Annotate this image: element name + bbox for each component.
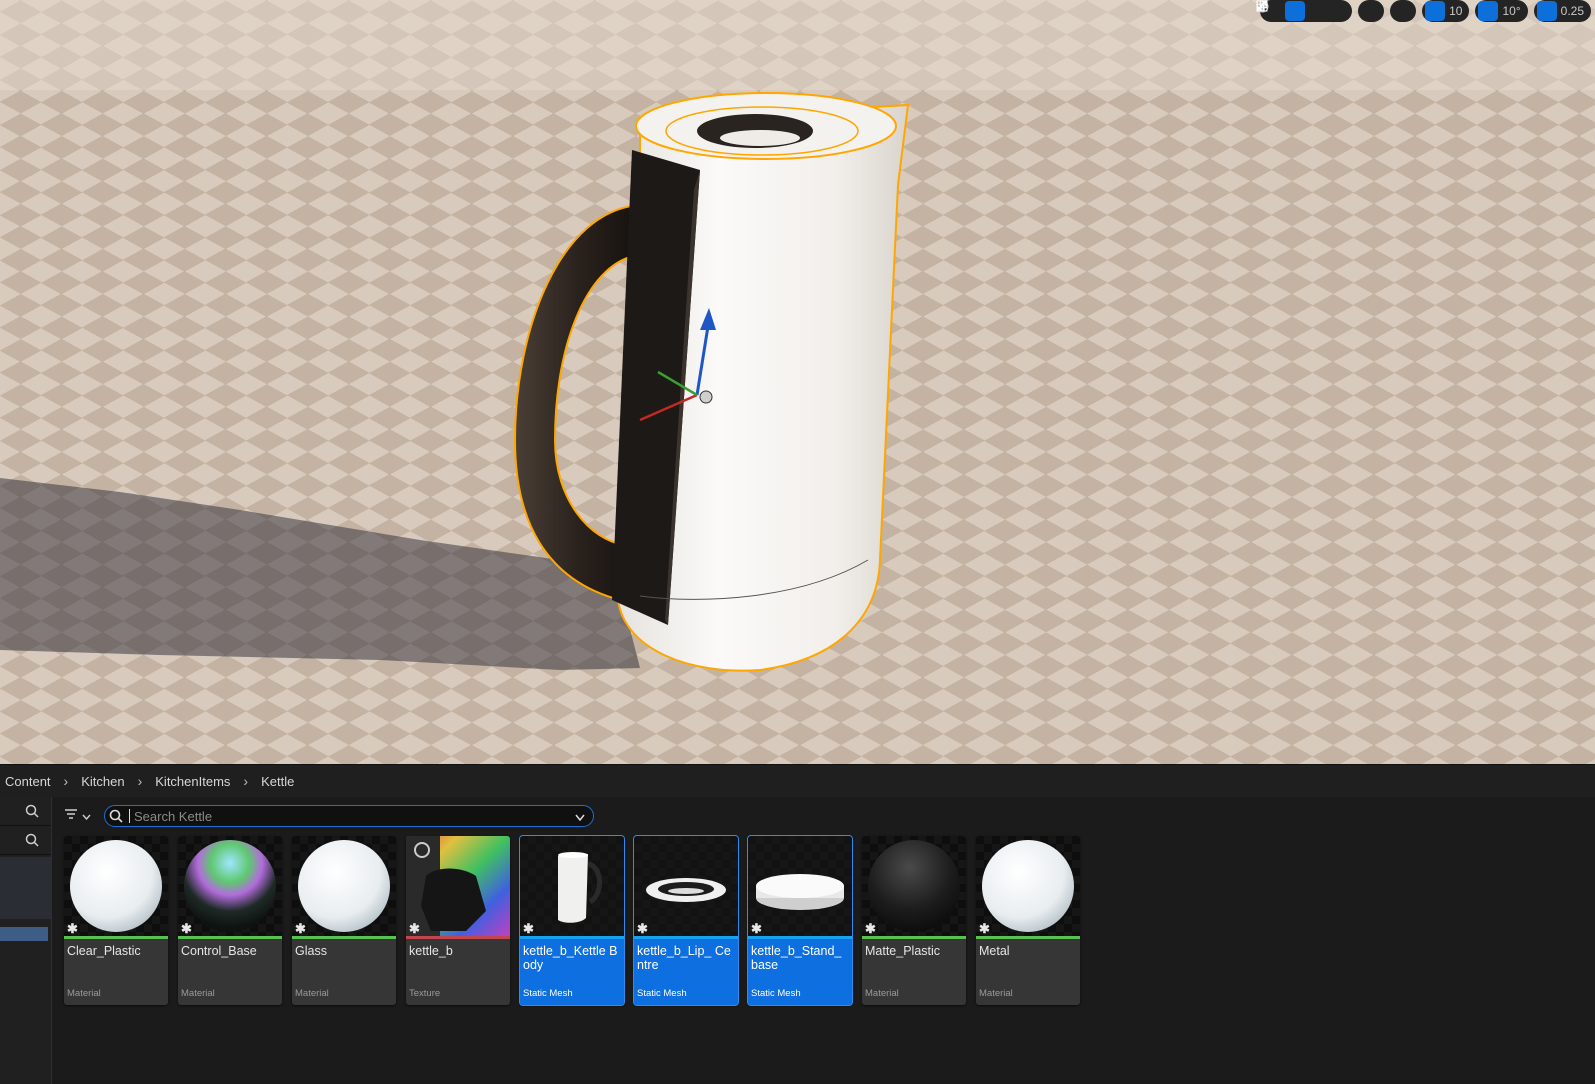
rotation-snap-group: 10°: [1256, 0, 1528, 22]
asset-type: Material: [295, 988, 329, 999]
viewport-toolbar: 10 10° 0.25: [1256, 0, 1595, 22]
chevron-down-icon: [81, 807, 91, 825]
scale-icon[interactable]: [1256, 0, 1349, 21]
asset-grid: ✱ Clear_Plastic Material ✱ Control_Base Mater…: [64, 835, 1080, 1006]
asset-tile[interactable]: ✱ kettle_b_Lip_ Centre Static Mesh: [633, 835, 739, 1006]
asset-name: Glass: [295, 944, 327, 958]
unsaved-asterisk-icon: ✱: [979, 921, 990, 936]
grid-snap-icon[interactable]: [1256, 0, 1446, 21]
world-local-group: [1256, 0, 1385, 22]
search-history-chevron-icon[interactable]: [575, 808, 585, 826]
asset-thumbnail: ✱: [406, 836, 510, 936]
unsaved-asterisk-icon: ✱: [181, 921, 192, 936]
search-icon: [105, 809, 129, 823]
unsaved-asterisk-icon: ✱: [865, 921, 876, 936]
search-input[interactable]: [129, 809, 574, 823]
grid-snap-group: 10: [1256, 0, 1470, 22]
asset-search-box[interactable]: [104, 805, 594, 827]
asset-type: Material: [67, 988, 101, 999]
asset-type: Texture: [409, 988, 441, 999]
breadcrumb-kitchen[interactable]: Kitchen: [77, 774, 128, 789]
asset-name: Metal: [979, 944, 1010, 958]
asset-thumbnail: ✱: [862, 836, 966, 936]
level-viewport[interactable]: 10 10° 0.25: [0, 0, 1595, 764]
asset-tile[interactable]: ✱ Matte_Plastic Material: [862, 836, 966, 1005]
asset-type-stripe: [634, 936, 738, 939]
asset-tile[interactable]: ✱ kettle_b_Stand_ base Static Mesh: [747, 835, 853, 1006]
asset-thumbnail: ✱: [292, 836, 396, 936]
rotation-snap-value[interactable]: 10°: [1500, 4, 1524, 18]
asset-thumbnail: ✱: [520, 836, 624, 936]
asset-tile[interactable]: ✱ Control_Base Material: [178, 836, 282, 1005]
asset-type: Material: [979, 988, 1013, 999]
asset-type-stripe: [406, 936, 510, 939]
asset-name: kettle_b: [409, 944, 453, 958]
asset-name: kettle_b_Lip_ Centre: [637, 944, 731, 972]
rotate-icon[interactable]: [1258, 0, 1327, 21]
chevron-right-icon[interactable]: ›: [129, 773, 152, 789]
unsaved-asterisk-icon: ✱: [67, 921, 78, 936]
scale-snap-icon[interactable]: [1257, 1, 1557, 21]
asset-type-stripe: [292, 936, 396, 939]
unsaved-asterisk-icon: ✱: [295, 921, 306, 936]
globe-icon[interactable]: [1256, 0, 1381, 21]
transform-tools: [1256, 0, 1353, 22]
chevron-right-icon[interactable]: ›: [55, 773, 78, 789]
asset-tile[interactable]: ✱ Metal Material: [976, 836, 1080, 1005]
folder-tree[interactable]: [0, 857, 51, 919]
content-browser: Content › Kitchen › KitchenItems › Kettl…: [0, 764, 1595, 1084]
asset-tile[interactable]: ✱ kettle_b Texture: [406, 836, 510, 1005]
asset-toolbar: [58, 805, 594, 827]
asset-name: Clear_Plastic: [67, 944, 141, 958]
scale-snap-value[interactable]: 0.25: [1559, 4, 1588, 18]
unsaved-asterisk-icon: ✱: [751, 921, 762, 936]
asset-type: Static Mesh: [637, 988, 687, 999]
asset-tile[interactable]: ✱ kettle_b_Kettle Body Static Mesh: [519, 835, 625, 1006]
filter-button[interactable]: [58, 806, 96, 826]
breadcrumb-content[interactable]: Content: [0, 774, 55, 789]
scale-snap-group: 0.25: [1257, 0, 1591, 22]
move-arrows-icon[interactable]: [1256, 0, 1306, 21]
asset-thumbnail: ✱: [976, 836, 1080, 936]
breadcrumb-kettle[interactable]: Kettle: [257, 774, 298, 789]
unsaved-asterisk-icon: ✱: [523, 921, 534, 936]
collection-search-icon[interactable]: [0, 826, 51, 855]
asset-tile[interactable]: ✱ Glass Material: [292, 836, 396, 1005]
selected-folder-row[interactable]: [0, 927, 48, 941]
asset-type-stripe: [64, 936, 168, 939]
sources-panel: [0, 797, 52, 1084]
angle-snap-icon[interactable]: [1256, 1, 1499, 21]
surface-snap-icon[interactable]: [1257, 1, 1413, 21]
asset-thumbnail: ✱: [178, 836, 282, 936]
asset-type-stripe: [976, 936, 1080, 939]
viewport-scene: [0, 0, 1595, 764]
asset-type: Material: [181, 988, 215, 999]
asset-type: Static Mesh: [751, 988, 801, 999]
unsaved-asterisk-icon: ✱: [637, 921, 648, 936]
chevron-right-icon[interactable]: ›: [234, 773, 257, 789]
asset-name: Control_Base: [181, 944, 257, 958]
asset-type-stripe: [748, 936, 852, 939]
asset-thumbnail: ✱: [748, 836, 852, 936]
asset-name: kettle_b_Kettle Body: [523, 944, 618, 972]
breadcrumb-kitchenitems[interactable]: KitchenItems: [151, 774, 234, 789]
asset-type-stripe: [862, 936, 966, 939]
asset-thumbnail: ✱: [64, 836, 168, 936]
asset-type-stripe: [178, 936, 282, 939]
grid-snap-value[interactable]: 10: [1447, 4, 1466, 18]
unsaved-asterisk-icon: ✱: [409, 921, 420, 936]
asset-tile[interactable]: ✱ Clear_Plastic Material: [64, 836, 168, 1005]
breadcrumb: Content › Kitchen › KitchenItems › Kettl…: [0, 765, 1595, 797]
asset-type-stripe: [520, 936, 624, 939]
asset-type: Static Mesh: [523, 988, 573, 999]
filter-icon: [64, 807, 78, 825]
surface-snap-group: [1257, 0, 1417, 22]
asset-name: Matte_Plastic: [865, 944, 941, 958]
asset-type: Material: [865, 988, 899, 999]
asset-name: kettle_b_Stand_ base: [751, 944, 842, 972]
folder-search-icon[interactable]: [0, 797, 51, 826]
asset-thumbnail: ✱: [634, 836, 738, 936]
